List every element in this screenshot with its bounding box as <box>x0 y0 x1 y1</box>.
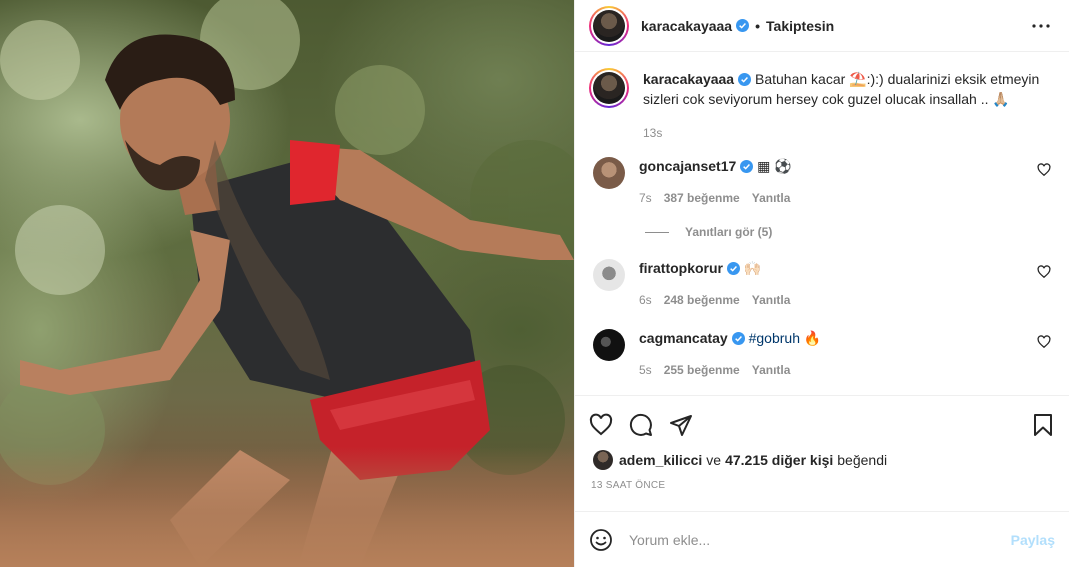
comment-text: 🙌🏻 <box>743 260 762 276</box>
comment-time[interactable]: 5s <box>639 361 652 379</box>
post-actions: adem_kilicci ve 47.215 diğer kişi beğend… <box>575 395 1069 491</box>
post-panel: karacakayaaa • Takiptesin karacakayaaa B… <box>574 0 1069 567</box>
likes-suffix: beğendi <box>837 452 888 468</box>
caption-time[interactable]: 13s <box>643 123 1043 143</box>
post-caption: karacakayaaa Batuhan kacar ⛱️:):) dualar… <box>589 68 1055 143</box>
commenter-avatar[interactable] <box>593 157 625 189</box>
comment-likes[interactable]: 387 beğenme <box>664 189 740 207</box>
like-comment-heart-icon[interactable] <box>1037 265 1051 279</box>
likes-summary: adem_kilicci ve 47.215 diğer kişi beğend… <box>589 450 1055 470</box>
comment-item: goncajanset17 ▦ ⚽ 7s 387 beğenme Yanıtla <box>589 157 1055 207</box>
add-comment-bar: Paylaş <box>575 511 1069 567</box>
like-heart-icon[interactable] <box>589 413 613 437</box>
comment-item: firattopkorur 🙌🏻 6s 248 beğenme Yanıtla <box>589 259 1055 309</box>
comment-username[interactable]: firattopkorur <box>639 260 723 276</box>
comment-text: ▦ ⚽ <box>757 158 792 174</box>
save-bookmark-icon[interactable] <box>1031 413 1055 437</box>
view-replies-button[interactable]: Yanıtları gör (5) <box>645 225 1055 239</box>
verified-badge-icon <box>731 332 745 345</box>
comment-time[interactable]: 6s <box>639 291 652 309</box>
post-header: karacakayaaa • Takiptesin <box>575 0 1069 52</box>
reply-button[interactable]: Yanıtla <box>752 291 791 309</box>
post-timestamp[interactable]: 13 SAAT ÖNCE <box>591 480 1055 491</box>
replies-divider <box>645 231 669 233</box>
more-options-icon[interactable] <box>1029 14 1053 38</box>
mud-ground <box>0 447 574 567</box>
commenter-avatar[interactable] <box>593 259 625 291</box>
comment-hashtag[interactable]: #gobruh <box>749 330 800 346</box>
reply-button[interactable]: Yanıtla <box>752 361 791 379</box>
emoji-icon[interactable] <box>589 528 613 552</box>
caption-avatar[interactable] <box>589 68 629 108</box>
verified-badge-icon <box>727 262 740 275</box>
comment-input[interactable] <box>629 531 1011 548</box>
likes-conjunction: ve <box>706 452 722 468</box>
verified-badge-icon <box>736 19 750 32</box>
comment-item: cagmancatay #gobruh 🔥 5s 255 beğenme Yan… <box>589 329 1055 379</box>
reply-button[interactable]: Yanıtla <box>752 189 791 207</box>
post-comment-button[interactable]: Paylaş <box>1011 532 1055 548</box>
comment-time[interactable]: 7s <box>639 189 652 207</box>
instagram-post: karacakayaaa • Takiptesin karacakayaaa B… <box>0 0 1069 567</box>
like-comment-heart-icon[interactable] <box>1037 163 1051 177</box>
comment-bubble-icon[interactable] <box>629 413 653 437</box>
liker-username[interactable]: adem_kilicci <box>619 452 702 468</box>
share-send-icon[interactable] <box>669 413 693 437</box>
header-separator: • <box>755 17 761 34</box>
author-avatar[interactable] <box>589 5 629 46</box>
likes-count[interactable]: 47.215 diğer kişi <box>725 452 833 468</box>
verified-badge-icon <box>738 73 752 86</box>
verified-badge-icon <box>740 160 754 173</box>
comment-username[interactable]: goncajanset17 <box>639 158 736 174</box>
author-username[interactable]: karacakayaaa <box>641 18 732 34</box>
action-icons <box>589 396 1055 448</box>
view-replies-label: Yanıtları gör (5) <box>685 225 773 239</box>
comment-likes[interactable]: 255 beğenme <box>664 361 740 379</box>
following-status[interactable]: Takiptesin <box>766 18 834 34</box>
comments-section[interactable]: karacakayaaa Batuhan kacar ⛱️:):) dualar… <box>575 52 1069 395</box>
commenter-avatar[interactable] <box>593 329 625 361</box>
liker-avatar[interactable] <box>593 450 613 470</box>
comment-username[interactable]: cagmancatay <box>639 330 728 346</box>
like-comment-heart-icon[interactable] <box>1037 335 1051 349</box>
comment-likes[interactable]: 248 beğenme <box>664 291 740 309</box>
comment-text: 🔥 <box>803 330 822 346</box>
post-photo[interactable] <box>0 0 574 567</box>
caption-username[interactable]: karacakayaaa <box>643 71 734 87</box>
